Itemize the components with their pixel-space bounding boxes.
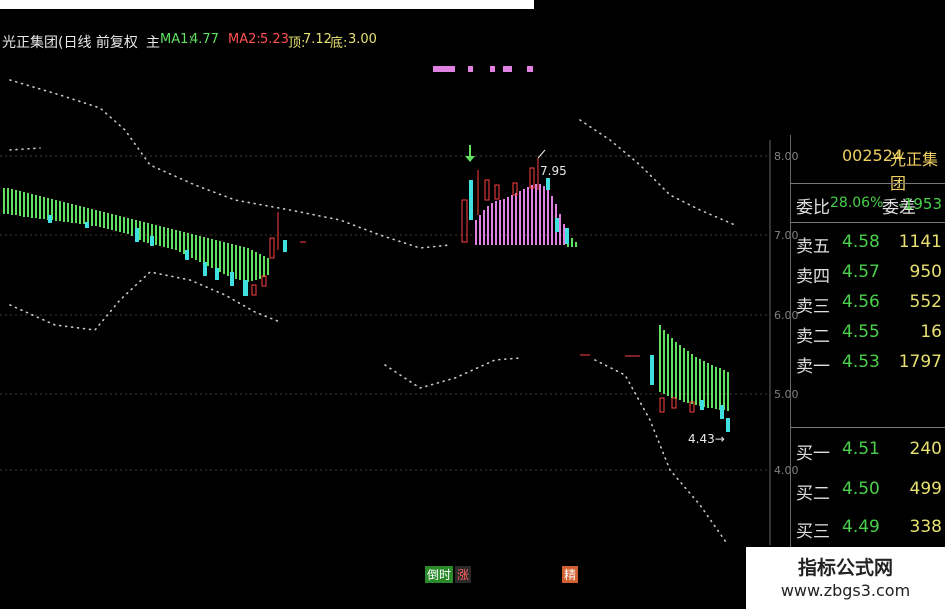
- sell-row[interactable]: 卖二 4.55 16: [790, 318, 945, 348]
- watermark-url: www.zbgs3.com: [780, 581, 911, 600]
- green-histogram-tail: [567, 232, 577, 247]
- buy-price: 4.49: [842, 517, 880, 537]
- buy-row[interactable]: 买一 4.51 240: [790, 435, 945, 465]
- buy-price: 4.51: [842, 439, 880, 459]
- ma2-label: MA2:: [228, 32, 261, 47]
- pink-markers: [433, 66, 533, 72]
- sell-volume: 1797: [898, 352, 942, 372]
- sell-volume: 16: [920, 322, 942, 342]
- panel-divider: [790, 183, 945, 184]
- buy-volume: 338: [909, 517, 942, 537]
- sell-row[interactable]: 卖一 4.53 1797: [790, 348, 945, 378]
- panel-divider: [790, 222, 945, 223]
- ma1-value: 4.77: [190, 32, 219, 47]
- buy-price: 4.50: [842, 479, 880, 499]
- green-histogram-right: [659, 325, 729, 411]
- sell-price: 4.57: [842, 262, 880, 282]
- sell-row[interactable]: 卖三 4.56 552: [790, 288, 945, 318]
- high-price-annotation: 7.95: [540, 164, 567, 178]
- watermark: 指标公式网 www.zbgs3.com: [746, 547, 945, 609]
- sell-row[interactable]: 卖五 4.58 1141: [790, 228, 945, 258]
- sell-price: 4.55: [842, 322, 880, 342]
- sell-label: 卖四: [796, 267, 830, 287]
- weibi-label: 委比: [796, 198, 830, 218]
- buy-row[interactable]: 买二 4.50 499: [790, 475, 945, 505]
- panel-divider: [790, 427, 945, 428]
- quote-panel: 002524 光正集团 委比 28.06% 委差 -1953 卖五 4.58 1…: [790, 135, 945, 547]
- low-price-annotation: 4.43→: [688, 432, 725, 446]
- sell-price: 4.58: [842, 232, 880, 252]
- buy-volume: 499: [909, 479, 942, 499]
- lower-band: [9, 271, 729, 546]
- stock-title: 光正集团(日线 前复权: [2, 35, 138, 51]
- gridlines: [0, 155, 770, 471]
- sell-label: 卖五: [796, 237, 830, 257]
- buy-label: 买二: [796, 484, 830, 504]
- ma2-value: 5.23: [260, 32, 289, 47]
- main-tag[interactable]: 主: [146, 32, 160, 52]
- buy-row[interactable]: 买三 4.49 338: [790, 513, 945, 543]
- bottom-value: 3.00: [348, 32, 377, 47]
- signal-label: 涨: [455, 566, 472, 583]
- bottom-label: 底:: [330, 36, 348, 51]
- buy-label: 买三: [796, 522, 830, 542]
- sell-row[interactable]: 卖四 4.57 950: [790, 258, 945, 288]
- candles-left: [48, 212, 306, 296]
- buy-label: 买一: [796, 444, 830, 464]
- weicha-value: -1953: [898, 195, 942, 213]
- ma1-label: MA1:: [160, 32, 193, 47]
- sell-label: 卖二: [796, 327, 830, 347]
- sell-price: 4.56: [842, 292, 880, 312]
- sell-label: 卖一: [796, 357, 830, 377]
- sell-volume: 950: [909, 262, 942, 282]
- stock-name: 光正集团: [890, 150, 939, 193]
- sell-volume: 552: [909, 292, 942, 312]
- top-value: 7.12: [303, 32, 332, 47]
- watermark-title: 指标公式网: [797, 557, 893, 579]
- buy-volume: 240: [909, 439, 942, 459]
- signal-label: 倒时: [425, 566, 454, 583]
- weibi-value: 28.06%: [830, 195, 884, 211]
- upper-band: [9, 79, 736, 249]
- signal-label: 精: [562, 566, 579, 583]
- sell-price: 4.53: [842, 352, 880, 372]
- sell-label: 卖三: [796, 297, 830, 317]
- sell-volume: 1141: [898, 232, 942, 252]
